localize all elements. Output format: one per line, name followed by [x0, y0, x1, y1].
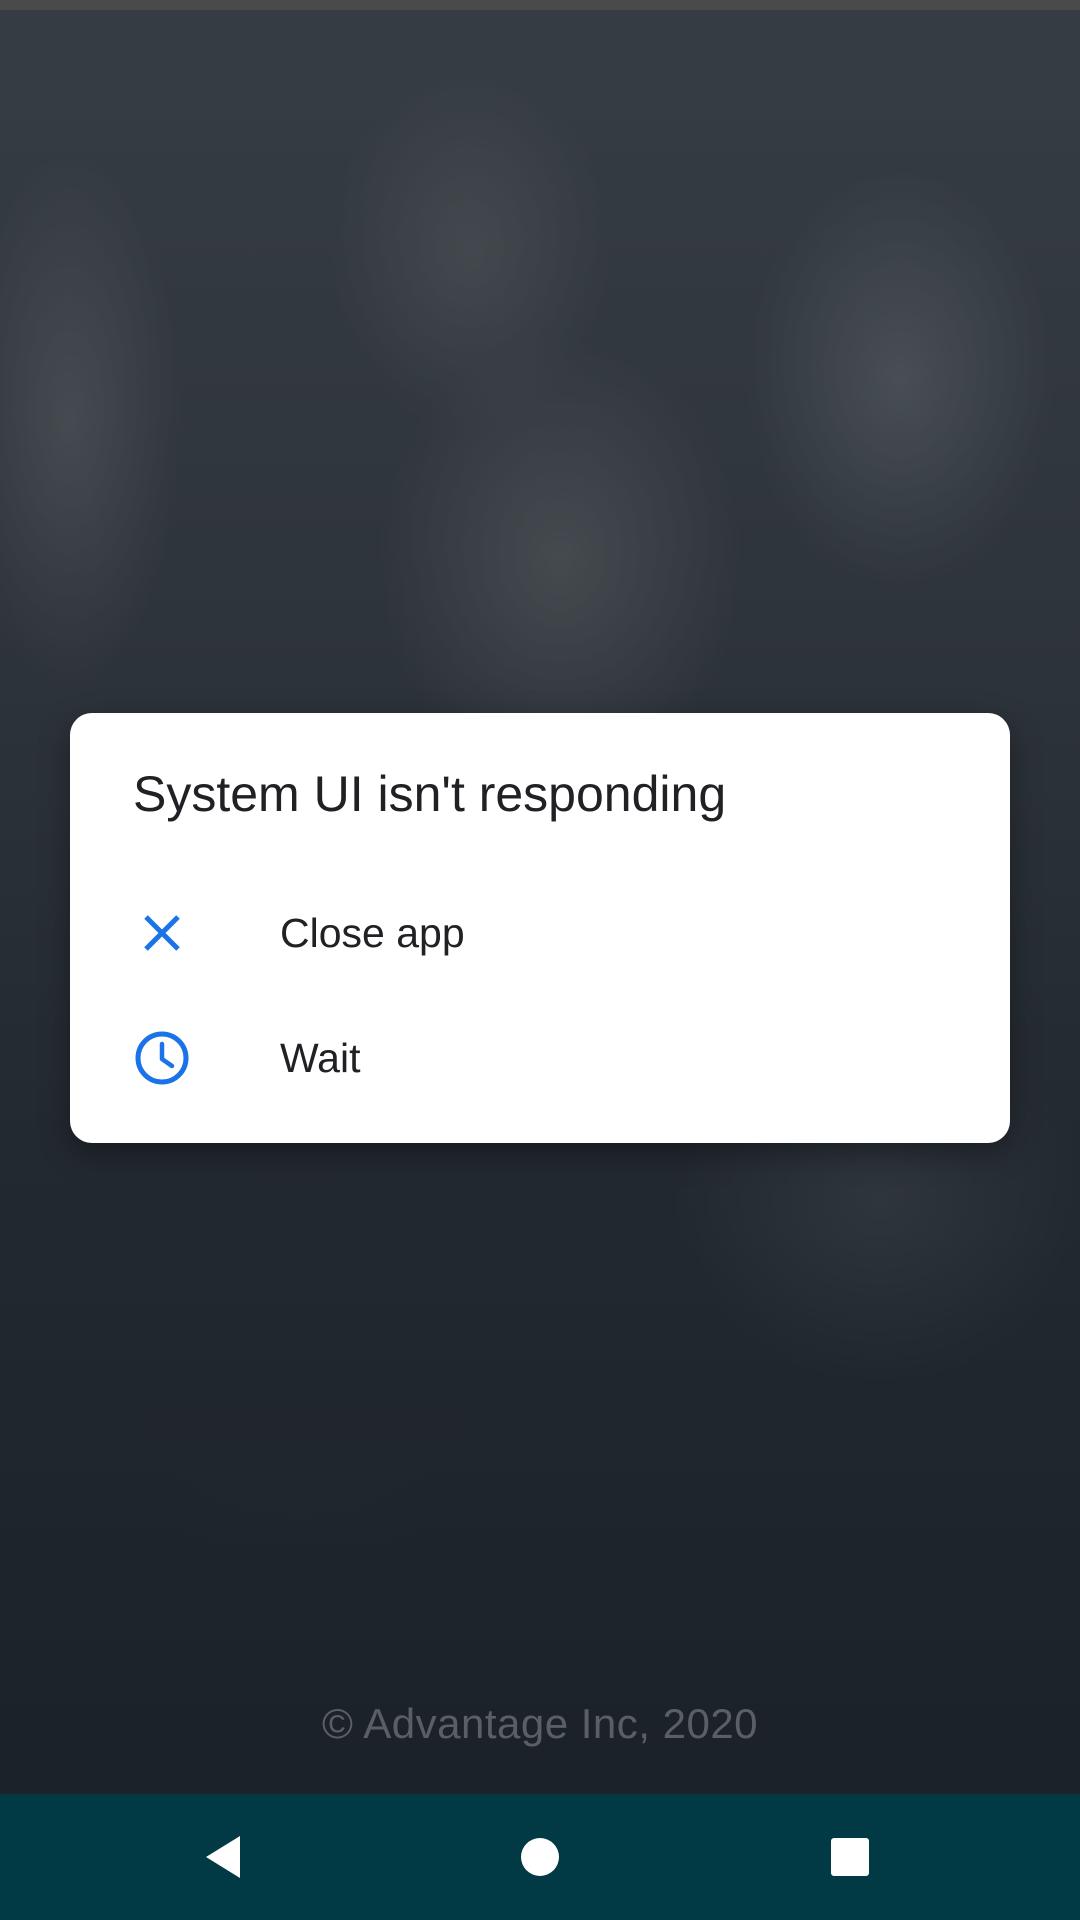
home-icon	[521, 1838, 559, 1876]
recents-button[interactable]	[815, 1822, 885, 1892]
wait-label: Wait	[280, 1035, 361, 1081]
clock-icon	[134, 1030, 190, 1086]
status-bar	[0, 0, 1080, 10]
close-icon	[134, 905, 190, 961]
close-app-label: Close app	[280, 910, 465, 956]
back-icon	[206, 1836, 240, 1878]
back-button[interactable]	[190, 1822, 260, 1892]
copyright-text: © Advantage Inc, 2020	[321, 1700, 759, 1747]
navigation-bar	[0, 1794, 1080, 1920]
app-not-responding-dialog: System UI isn't responding Close app Wai…	[70, 713, 1010, 1143]
dialog-title: System UI isn't responding	[133, 766, 727, 822]
screen: © Advantage Inc, 2020 System UI isn't re…	[0, 0, 1080, 1920]
wait-option[interactable]: Wait	[70, 998, 1010, 1118]
home-button[interactable]	[505, 1822, 575, 1892]
close-app-option[interactable]: Close app	[70, 873, 1010, 993]
recents-icon	[831, 1838, 869, 1876]
